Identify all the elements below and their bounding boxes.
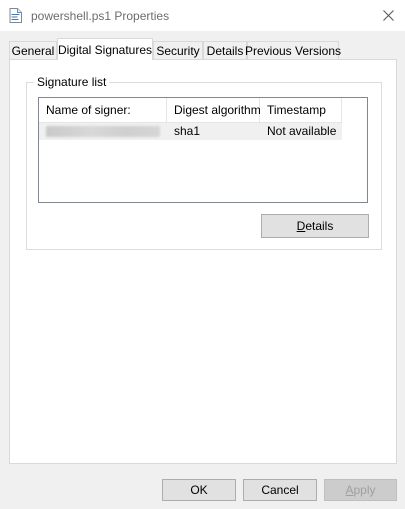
ok-button[interactable]: OK [162,479,236,501]
column-header-digest[interactable]: Digest algorithm [167,98,261,122]
column-header-timestamp[interactable]: Timestamp [260,98,342,122]
properties-dialog: powershell.ps1 Properties General Digita… [0,0,405,509]
tab-digital-signatures-label: Digital Signatures [57,42,153,57]
tab-strip: General Digital Signatures Security Deta… [9,38,397,60]
tab-general-label: General [11,43,55,58]
tab-previous-versions[interactable]: Previous Versions [244,41,342,59]
timestamp-cell: Not available [267,124,337,138]
redacted-signer [46,126,160,137]
apply-mnemonic: A [345,483,354,497]
script-file-icon [9,8,22,23]
close-button[interactable] [371,0,405,31]
cancel-label: Cancel [261,483,299,497]
digest-cell: sha1 [174,124,201,138]
column-header-signer[interactable]: Name of signer: [39,98,167,122]
signature-list-legend: Signature list [34,75,110,89]
signature-list-group: Signature list Name of signer: Digest al… [26,75,382,250]
tab-previous-versions-label: Previous Versions [244,43,342,58]
list-header: Name of signer: Digest algorithm Timesta… [39,98,342,123]
close-icon [382,10,394,21]
tab-details[interactable]: Details [203,41,247,59]
apply-button[interactable]: Apply [324,479,397,501]
tab-details-label: Details [206,43,244,58]
signer-cell [39,123,174,140]
tab-security-label: Security [156,43,200,58]
dialog-button-bar: OK Cancel Apply [0,464,405,509]
tab-digital-signatures[interactable]: Digital Signatures [57,38,153,60]
ok-label: OK [190,483,208,497]
cancel-button[interactable]: Cancel [243,479,317,501]
window-title: powershell.ps1 Properties [31,9,170,23]
apply-label-rest: pply [353,483,376,497]
details-mnemonic: D [296,219,306,233]
details-button[interactable]: Details [261,214,369,238]
table-row[interactable]: sha1 Not available [39,123,342,140]
title-bar: powershell.ps1 Properties [0,0,405,31]
details-label-rest: etails [305,219,334,233]
tab-general[interactable]: General [9,41,57,59]
signature-listview[interactable]: Name of signer: Digest algorithm Timesta… [38,97,368,203]
tab-page-digital-signatures: Signature list Name of signer: Digest al… [9,59,397,464]
tab-security[interactable]: Security [153,41,203,59]
